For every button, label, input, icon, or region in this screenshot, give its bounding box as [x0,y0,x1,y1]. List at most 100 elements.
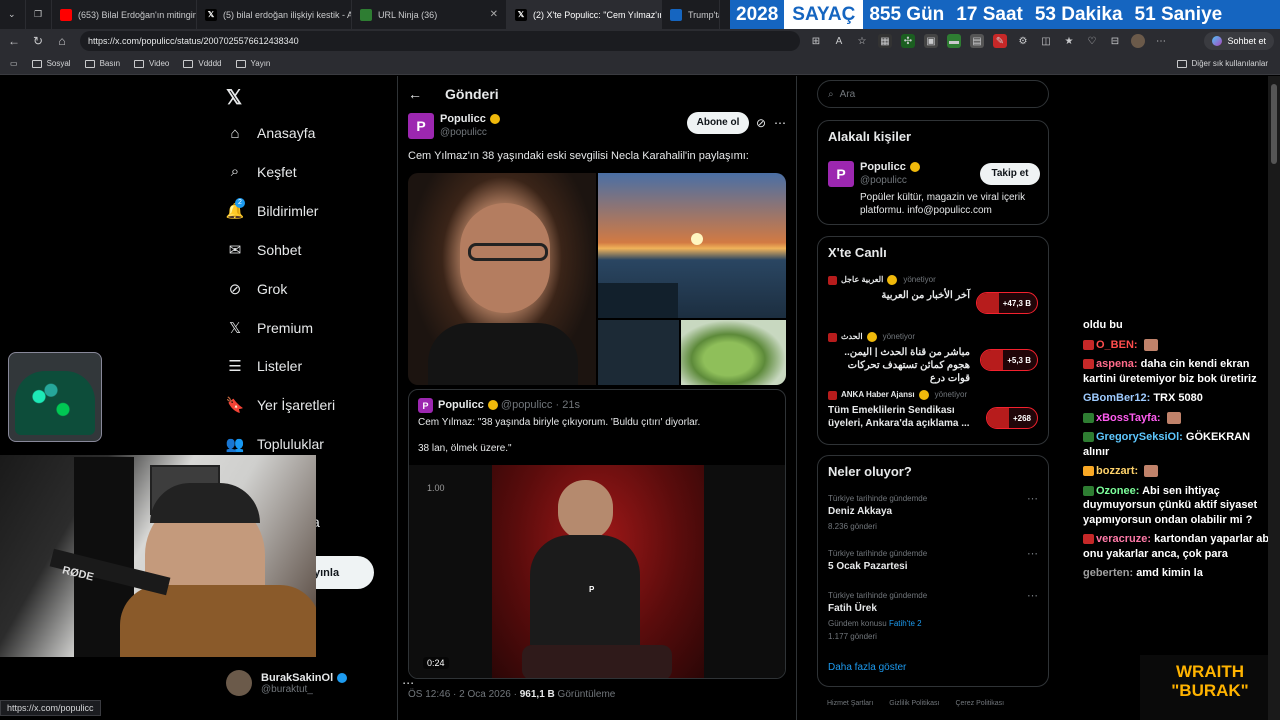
more-menu-icon[interactable]: ⋯ [1154,34,1168,48]
post-more-icon[interactable]: ⋯ [774,116,786,130]
search-box[interactable]: ⌕ Ara [817,80,1049,108]
media-image-frog[interactable] [681,320,786,385]
browser-tab[interactable]: 𝕏(5) bilal erdoğan ilişkiyi kestik - A✕ [197,0,352,29]
bookmark-folder[interactable]: Basın [84,59,120,68]
browser-tab[interactable]: Trump'tan [662,0,720,29]
nav-item-anasayfa[interactable]: ⌂ Anasayfa [226,124,315,142]
post-text: Cem Yılmaz'ın 38 yaşındaki eski sevgilis… [408,150,749,162]
related-avatar[interactable]: P [828,161,854,187]
show-more-link[interactable]: Daha fazla göster [828,662,906,673]
app-install-icon[interactable]: ⊞ [809,34,823,48]
extension-2-icon[interactable]: ✣ [901,34,915,48]
nav-item-premium[interactable]: 𝕏 Premium [226,319,313,337]
sun [691,233,703,245]
extension-4-icon[interactable]: ▬ [947,34,961,48]
nav-item-yerişaretleri[interactable]: 🔖 Yer İşaretleri [226,396,335,414]
trend-name[interactable]: Deniz Akkaya [828,506,892,517]
countdown-banner: 2028 SAYAÇ 855 Gün 17 Saat 53 Dakika 51 … [730,0,1280,29]
live-text[interactable]: مباشر من قناة الحدث | اليمن.. هجوم كمائن… [828,346,970,385]
quote-author: Populicc [438,399,484,411]
extension-1-icon[interactable]: ▦ [878,34,892,48]
extension-5-icon[interactable]: ▤ [970,34,984,48]
quoted-post[interactable]: P Populicc @populicc · 21s Cem Yılmaz: "… [408,389,786,679]
profile-avatar[interactable] [1131,34,1145,48]
favorite-star-icon[interactable]: ☆ [855,34,869,48]
nav-item-bildirimler[interactable]: 🔔 2 Bildirimler [226,197,318,220]
live-listeners-badge[interactable]: +268 [985,407,1038,429]
footer-link[interactable]: Gizlilik Politikası [889,700,939,707]
trend-name[interactable]: Fatih Ürek [828,603,877,614]
follow-button[interactable]: Takip et [980,163,1040,185]
tab-list-button[interactable]: ⌄ [0,0,26,29]
chat-username: GregorySeksiOl: [1096,431,1183,443]
live-text[interactable]: Tüm Emeklilerin Sendikası üyeleri, Ankar… [828,404,970,430]
bookmark-label: Video [149,59,170,68]
split-screen-icon[interactable]: ◫ [1039,34,1053,48]
chat-username: O_BEN: [1096,338,1138,351]
extensions-puzzle-icon[interactable]: ⚙ [1016,34,1030,48]
trend-post-count: 1.177 gönderi [828,632,877,641]
grok-icon[interactable]: ⊘ [756,116,766,130]
author-avatar[interactable]: P [408,113,434,139]
browser-essentials-icon[interactable]: ♡ [1085,34,1099,48]
copilot-chat-button[interactable]: Sohbet et [1204,32,1274,50]
nav-label: Topluluklar [257,436,324,453]
back-icon[interactable]: ← [4,34,24,48]
bookmark-folder[interactable]: Video [134,59,169,68]
author-name-row[interactable]: Populicc [440,113,500,125]
trend-more-icon[interactable]: ⋯ [1027,492,1038,505]
video-player[interactable]: P 1.00 0:24 [409,465,785,678]
live-text[interactable]: آخر الأخبار من العربية [828,289,970,302]
media-image-portrait[interactable] [408,173,596,385]
account-switcher[interactable]: BurakSakinOl @buraktut_ ⋯ [226,670,414,696]
extension-3-icon[interactable]: ▣ [924,34,938,48]
media-image-balcony[interactable] [598,320,679,385]
trend-topic-link[interactable]: Fatih'te 2 [889,619,922,628]
page-scrollbar[interactable] [1268,76,1280,720]
bookmark-folder[interactable]: Sosyal [31,59,71,68]
footer-link[interactable]: Çerez Politikası [955,700,1004,707]
extension-6-icon[interactable]: ✎ [993,34,1007,48]
footer-link[interactable]: Hizmet Şartları [827,700,873,707]
nav-item-sohbet[interactable]: ✉ Sohbet [226,241,302,259]
nav-item-keşfet[interactable]: ⌕ Keşfet [226,163,297,181]
quote-line-1: Cem Yılmaz: "38 yaşında biriyle çıkıyoru… [418,417,701,428]
nav-item-topluluklar[interactable]: 👥 Topluluklar [226,435,324,453]
chat-username: veracruze: [1096,533,1152,545]
subscribe-button[interactable]: Abone ol [687,112,749,134]
verified-badge-icon [487,400,498,411]
bookmark-sidebar-icon[interactable]: ▭ [10,59,18,68]
live-listeners-badge[interactable]: +5,3 B [980,349,1038,371]
live-thumbnail [976,293,999,313]
other-bookmarks[interactable]: Diğer sık kullanılanlar [1176,59,1268,68]
url-field[interactable]: https://x.com/populicc/status/2007025576… [80,31,800,51]
live-source[interactable]: العربية عاجل yönetiyor [828,275,936,285]
collections-icon[interactable]: ⊟ [1108,34,1122,48]
nav-item-listeler[interactable]: ☰ Listeler [226,357,302,375]
bookmark-folder[interactable]: Vdddd [183,59,222,68]
read-aloud-icon[interactable]: A [832,34,846,48]
x-logo-icon[interactable]: 𝕏 [226,85,242,110]
trend-more-icon[interactable]: ⋯ [1027,589,1038,602]
trend-more-icon[interactable]: ⋯ [1027,547,1038,560]
favorites-icon[interactable]: ★ [1062,34,1076,48]
browser-tab[interactable]: URL Ninja (36) ✕ [352,0,507,29]
workspaces-icon[interactable]: ❐ [26,0,52,29]
reload-icon[interactable]: ↻ [28,34,48,48]
trend-name[interactable]: 5 Ocak Pazartesi [828,561,908,572]
live-source[interactable]: ANKA Haber Ajansı yönetiyor [828,390,967,400]
bookmark-folder[interactable]: Yayın [235,59,270,68]
browser-tab[interactable]: (653) Bilal Erdoğan'ın mitingine k✕ [52,0,197,29]
tab-close-icon[interactable]: ✕ [484,9,498,20]
scrollbar-thumb[interactable] [1271,84,1277,164]
browser-tab[interactable]: 𝕏(2) X'te Populicc: "Cem Yılmaz'ın✕ [507,0,662,29]
video-speed: 1.00 [427,483,445,493]
live-source[interactable]: الحدث yönetiyor [828,332,915,342]
back-arrow-icon[interactable]: ← [408,86,422,102]
media-image-sunset[interactable] [598,173,786,318]
live-listeners-badge[interactable]: +47,3 B [975,292,1038,314]
nav-item-grok[interactable]: ⊘ Grok [226,280,288,298]
home-icon[interactable]: ⌂ [52,34,72,48]
headphones [150,483,260,523]
related-name-row[interactable]: Populicc [860,161,920,173]
